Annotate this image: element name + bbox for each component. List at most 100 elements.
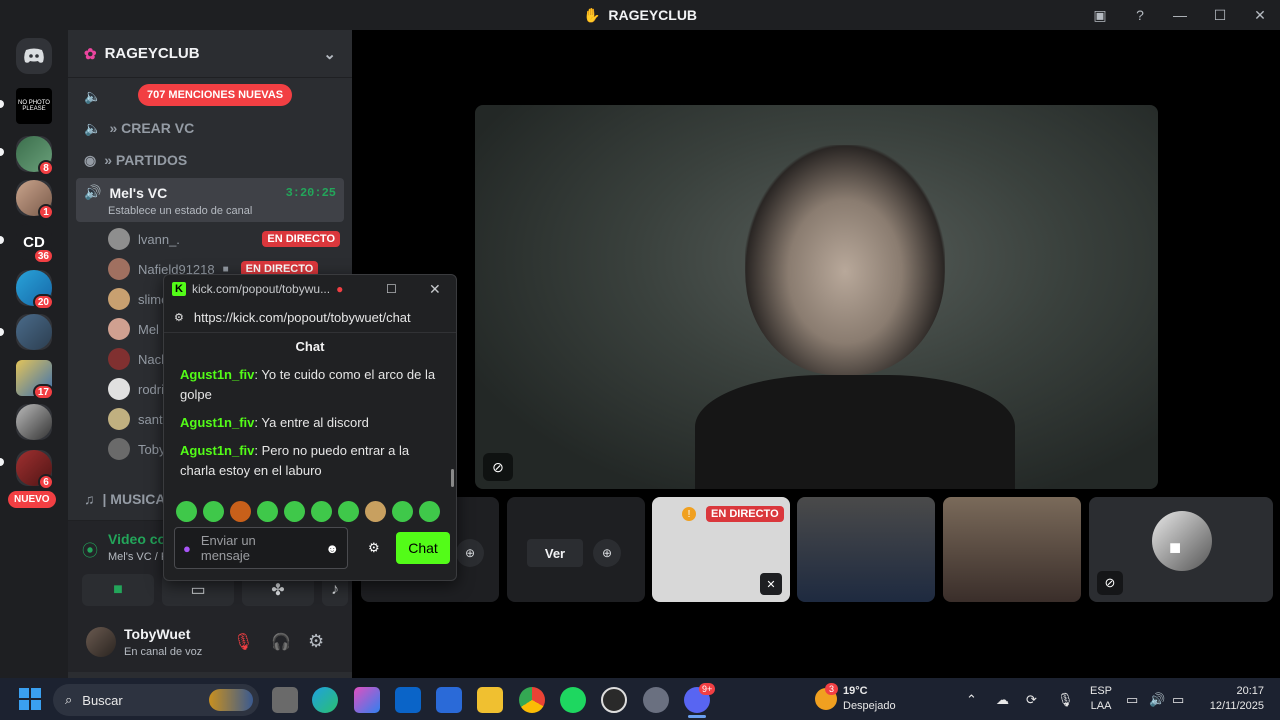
popup-close-button[interactable]: ✕ — [429, 281, 441, 298]
emote-icon[interactable] — [419, 501, 440, 522]
emote-icon[interactable] — [257, 501, 278, 522]
help-icon[interactable]: ? — [1120, 0, 1160, 30]
watch-stream-button[interactable]: Ver — [527, 539, 583, 567]
spotify-icon[interactable] — [560, 687, 586, 713]
sync-icon[interactable]: ⟳ — [1026, 692, 1037, 707]
inbox-icon[interactable]: ▣ — [1080, 0, 1120, 30]
server-icon[interactable]: 1 — [16, 180, 54, 220]
url-bar[interactable]: ⚙ https://kick.com/popout/tobywuet/chat — [164, 303, 456, 333]
emote-icon[interactable] — [392, 501, 413, 522]
avatar[interactable] — [86, 627, 116, 657]
avatar — [108, 378, 130, 400]
popout-icon[interactable]: ⊕ — [593, 539, 621, 567]
live-badge: EN DIRECTO — [706, 506, 784, 522]
mention-badge: 20 — [32, 294, 54, 310]
cloud-icon[interactable]: ☁ — [996, 692, 1009, 707]
server-icon[interactable] — [16, 314, 52, 350]
emote-icon[interactable] — [365, 501, 386, 522]
popup-maximize-button[interactable]: ☐ — [386, 282, 397, 296]
volume-icon[interactable]: 🔊 — [1149, 692, 1165, 707]
hide-video-icon[interactable]: ⊘ — [1097, 571, 1123, 595]
avatar — [108, 348, 130, 370]
emote-icon[interactable] — [311, 501, 332, 522]
channel-status[interactable]: Establece un estado de canal — [84, 205, 336, 217]
chat-input[interactable]: ● Enviar un mensaje ☻ — [174, 527, 348, 569]
deafened-icon[interactable]: 🎧 — [271, 632, 291, 652]
stream-tile[interactable]: EN DIRECTO ! ✕ — [652, 497, 790, 602]
video-tile[interactable] — [943, 497, 1081, 602]
hide-video-icon[interactable]: ⊘ — [483, 453, 513, 481]
channel-partidos[interactable]: ◉» PARTIDOS — [76, 145, 344, 175]
chrome-icon[interactable] — [519, 687, 545, 713]
input-placeholder: Enviar un mensaje — [200, 533, 256, 563]
new-mentions-pill[interactable]: 707 MENCIONES NUEVAS — [138, 84, 293, 106]
send-chat-button[interactable]: Chat — [396, 532, 450, 564]
server-icon[interactable]: 20 — [16, 270, 54, 310]
active-voice-channel[interactable]: 🔊 Mel's VC 3:20:25 Establece un estado de … — [76, 178, 344, 222]
task-view-icon[interactable] — [272, 687, 298, 713]
signal-icon: ⦿ — [82, 543, 99, 560]
file-explorer-icon[interactable] — [477, 687, 503, 713]
weather-widget[interactable]: 19°C Despejado — [843, 684, 896, 714]
unread-pip — [0, 236, 4, 244]
server-icon[interactable]: 8 — [16, 136, 54, 176]
focused-video[interactable]: ⊘ — [475, 105, 1158, 489]
emote-icon[interactable] — [203, 501, 224, 522]
chat-scrollbar[interactable] — [451, 469, 454, 487]
stream-tile[interactable]: Ver ⊕ — [507, 497, 645, 602]
channel-crear-vc[interactable]: 🔈» CREAR VC — [76, 113, 344, 143]
music-icon: ♫ — [84, 491, 95, 507]
copilot-icon[interactable] — [354, 687, 380, 713]
store-icon[interactable] — [436, 687, 462, 713]
site-settings-icon[interactable]: ⚙ — [174, 311, 184, 324]
server-icon[interactable] — [16, 404, 52, 440]
voice-user[interactable]: lvann_. EN DIRECTO — [108, 226, 340, 252]
server-header[interactable]: ✿ RAGEYCLUB ⌄ — [68, 30, 352, 78]
start-button[interactable] — [19, 688, 41, 710]
server-icon[interactable]: CD 36 — [16, 224, 54, 264]
unread-pip — [0, 458, 4, 466]
chat-message: Agust1n_fiv: Yo te cuido como el arco de… — [180, 367, 436, 402]
speaker-icon: 🔈 — [84, 87, 102, 104]
microphone-icon[interactable]: 🎙 — [1057, 692, 1074, 707]
emote-icon[interactable] — [284, 501, 305, 522]
microphone-icon[interactable]: ● — [183, 541, 191, 556]
server-icon[interactable]: NO PHOTO PLEASE — [16, 88, 52, 124]
avatar — [108, 258, 130, 280]
speaker-icon: 🔊 — [84, 184, 102, 200]
video-tile[interactable] — [797, 497, 935, 602]
server-icon[interactable]: 17 — [16, 360, 54, 400]
battery-icon[interactable]: ▭ — [1172, 692, 1184, 707]
muted-speaker-icon[interactable]: ✕ — [760, 573, 782, 595]
emote-icon[interactable] — [176, 501, 197, 522]
mic-muted-icon[interactable]: 🎙 — [233, 632, 253, 652]
camera-button[interactable]: ■ — [82, 574, 154, 606]
close-button[interactable]: ✕ — [1240, 0, 1280, 30]
taskbar-search[interactable]: ⌕ Buscar — [53, 684, 259, 716]
chat-settings-icon[interactable]: ⚙ — [368, 540, 380, 556]
settings-icon[interactable]: ⚙ — [308, 631, 324, 652]
emote-bar — [176, 501, 440, 522]
settings-icon[interactable] — [643, 687, 669, 713]
server-icon[interactable]: 6 — [16, 450, 54, 490]
chevron-up-icon[interactable]: ⌃ — [966, 692, 977, 707]
network-icon[interactable]: ▭ — [1126, 692, 1138, 707]
clock[interactable]: 20:17 12/11/2025 — [1200, 684, 1264, 714]
kick-chat-popup: K kick.com/popout/tobywu... ● ☐ ✕ ⚙ http… — [163, 274, 457, 581]
emote-icon[interactable] — [230, 501, 251, 522]
outlook-icon[interactable] — [395, 687, 421, 713]
emoji-icon[interactable]: ☻ — [325, 541, 339, 556]
popout-icon[interactable]: ⊕ — [456, 539, 484, 567]
discord-home-button[interactable] — [16, 38, 52, 74]
mention-badge: 6 — [38, 474, 54, 490]
video-tile[interactable]: ■ ⊘ — [1089, 497, 1273, 602]
maximize-button[interactable]: ☐ — [1200, 0, 1240, 30]
active-app-indicator — [688, 715, 706, 718]
github-icon[interactable] — [601, 687, 627, 713]
user-panel: TobyWuet En canal de voz 🎙 🎧 ⚙ — [68, 614, 352, 672]
edge-icon[interactable] — [312, 687, 338, 713]
minimize-button[interactable]: — — [1160, 0, 1200, 30]
emote-icon[interactable] — [338, 501, 359, 522]
chat-messages: Agust1n_fiv: Yo te cuido como el arco de… — [164, 365, 454, 495]
language-indicator[interactable]: ESP LAA — [1090, 684, 1112, 714]
